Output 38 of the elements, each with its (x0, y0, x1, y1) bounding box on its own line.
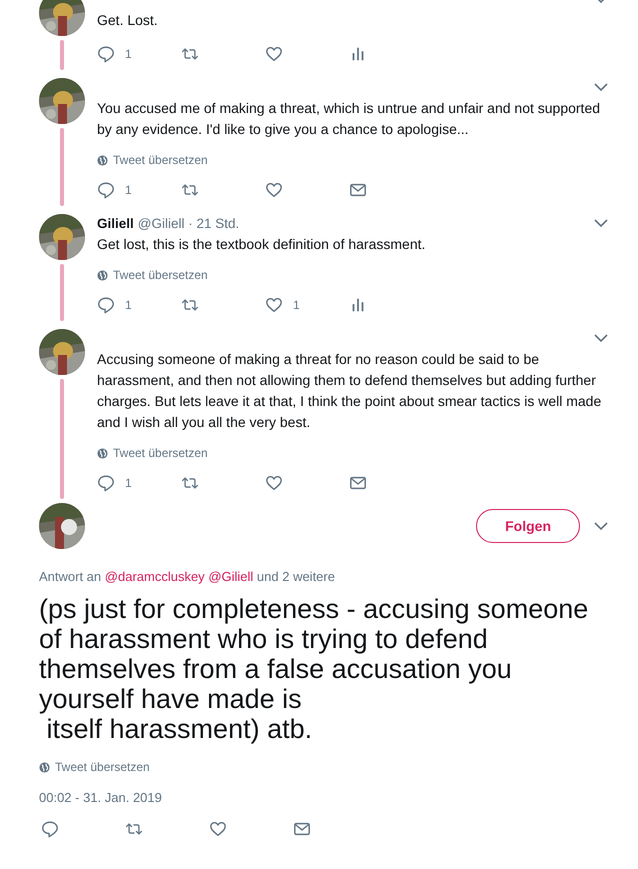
timestamp[interactable]: 00:02 - 31. Jan. 2019 (39, 790, 608, 805)
tweet-text: Accusing someone of making a threat for no reason could be said to be harassment, and then not allowing them to defend themselves but adding further charges. But lets leave it at that, I think the point about smear tactics is well made and I wish all you all the very best. (97, 350, 602, 432)
translate-link[interactable]: Tweet übersetzen (113, 153, 208, 167)
translate-link[interactable]: Tweet übersetzen (113, 446, 208, 460)
like-count: 1 (293, 298, 300, 312)
translate-link[interactable]: Tweet übersetzen (113, 268, 208, 282)
tweet-text: Get lost, this is the textbook definition of harassment. (97, 235, 426, 254)
globe-icon (97, 154, 108, 166)
reply-count: 1 (125, 47, 132, 61)
reply-count: 1 (125, 476, 132, 490)
heart-icon[interactable] (265, 45, 283, 63)
reply-icon[interactable] (97, 474, 115, 492)
reply-count: 1 (125, 298, 132, 312)
heart-icon[interactable] (265, 181, 283, 199)
reply-icon[interactable] (97, 181, 115, 199)
globe-icon (39, 762, 50, 772)
tweet-text: Get. Lost. (97, 11, 159, 30)
tweet-text: You accused me of making a threat, which is untrue and unfair and not supported by any evidence. I'd like to give you a chance to apologise... (97, 99, 602, 139)
author-name[interactable]: Giliell (97, 216, 134, 230)
heart-icon[interactable] (265, 296, 283, 314)
globe-icon (97, 270, 108, 280)
reply-to-text: Antwort an @daramccluskey @Giliell und 2 weitere (39, 569, 336, 584)
reply-count: 1 (125, 183, 132, 197)
translate-link[interactable]: Tweet übersetzen (55, 760, 150, 774)
tweet-text: (ps just for completeness - accusing someone of harassment who is trying to defend themselves from a false accusation you yourself have made is itself harassment) atb. (39, 594, 590, 744)
envelope-icon[interactable] (349, 474, 367, 492)
reply-icon[interactable] (97, 296, 115, 314)
globe-icon (97, 448, 108, 458)
mention-link[interactable]: @daramccluskey (104, 569, 205, 584)
reply-icon[interactable] (97, 45, 115, 63)
mention-link[interactable]: @Giliell (208, 569, 254, 584)
envelope-icon[interactable] (293, 820, 311, 838)
follow-button[interactable]: Folgen (476, 509, 580, 543)
heart-icon[interactable] (209, 820, 227, 838)
envelope-icon[interactable] (349, 181, 367, 199)
heart-icon[interactable] (265, 474, 283, 492)
reply-icon[interactable] (41, 820, 59, 838)
author-handle: @Giliell · 21 Std. (138, 216, 240, 230)
